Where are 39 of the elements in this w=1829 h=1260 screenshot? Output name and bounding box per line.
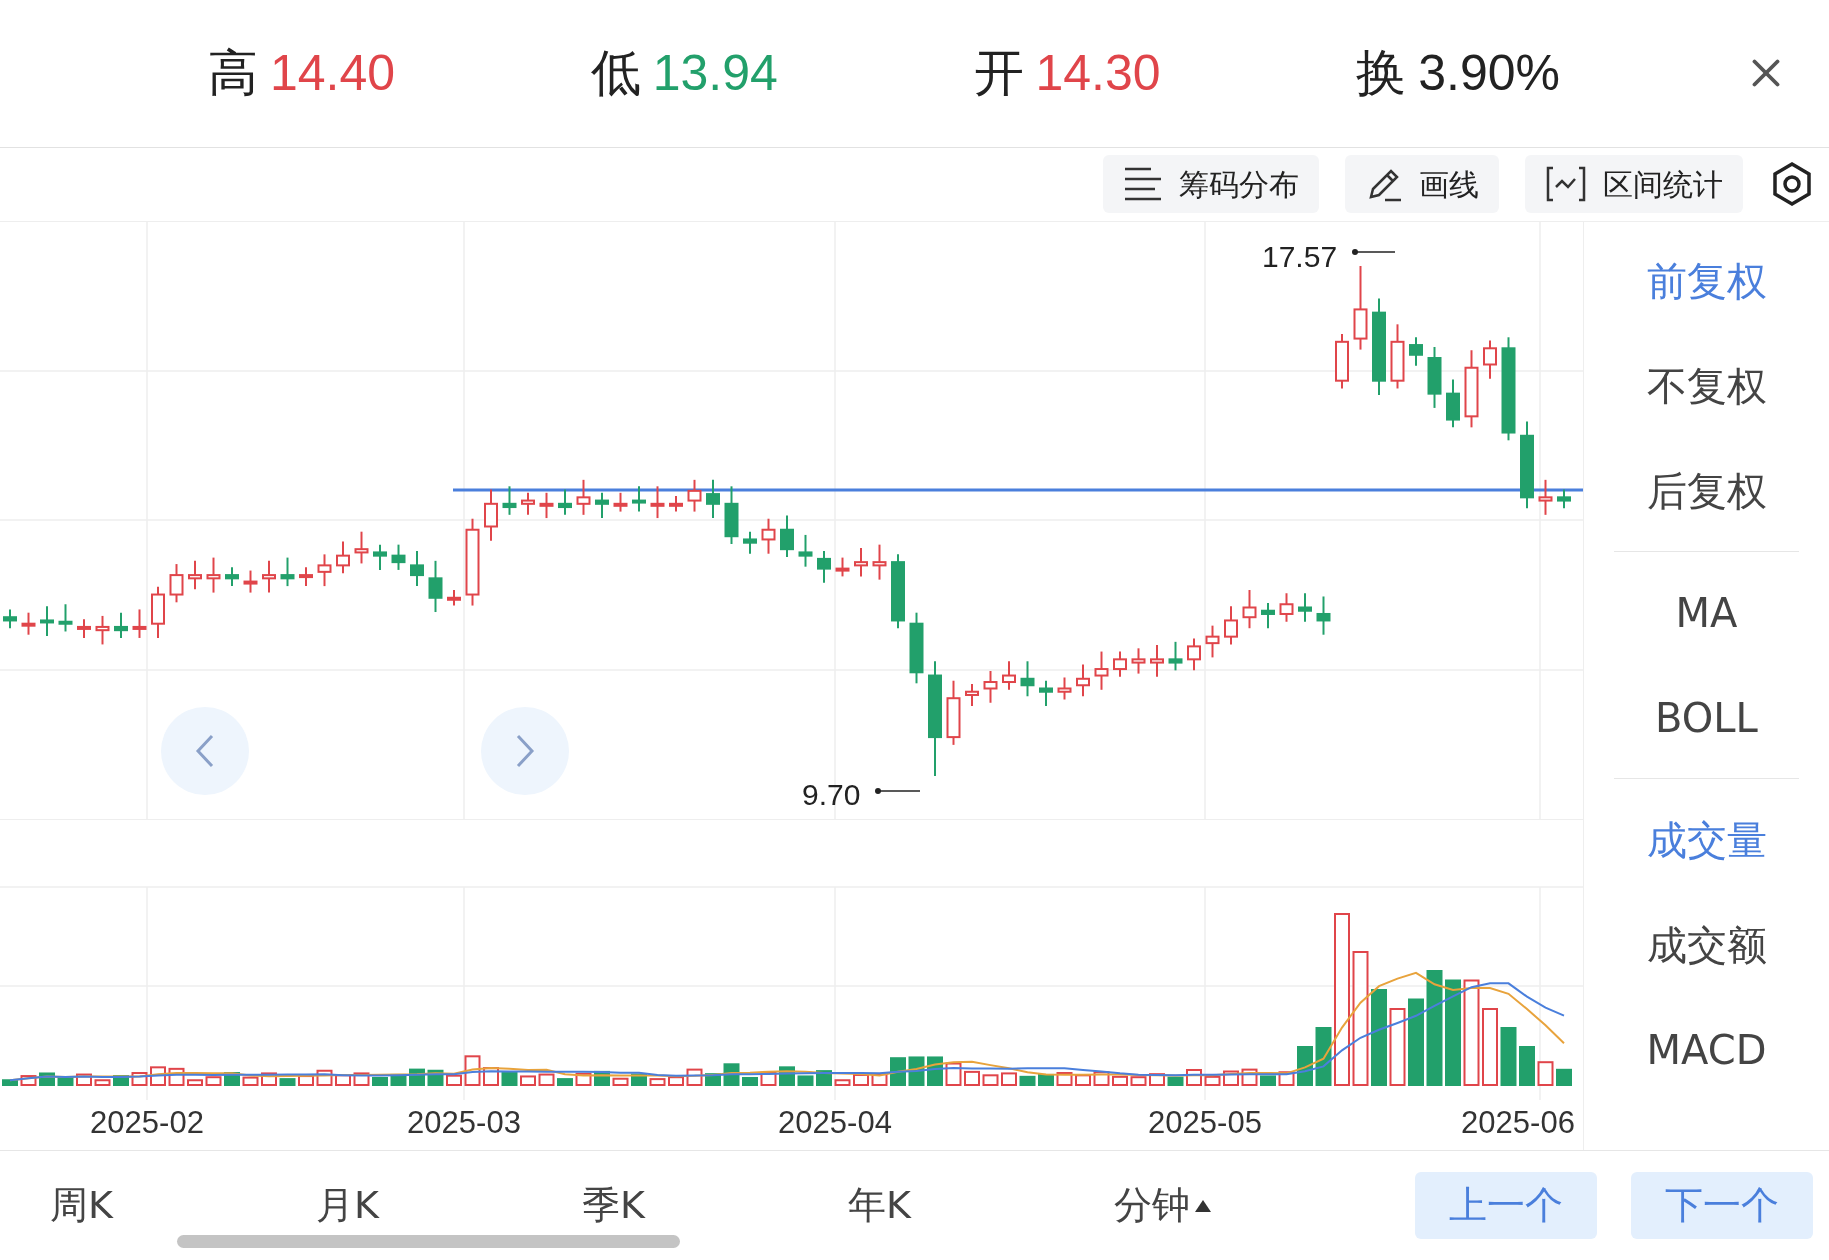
date-label: 2025-02 <box>90 1104 204 1143</box>
indicator-option[interactable]: 成交量 <box>1614 787 1799 893</box>
date-label: 2025-06 <box>1461 1104 1575 1143</box>
quote-label: 低 <box>590 42 641 104</box>
date-label: 2025-05 <box>1148 1104 1262 1143</box>
low-price-marker: 9.70 <box>802 777 861 814</box>
quote-label: 开 <box>973 42 1024 104</box>
quote-label: 换 <box>1356 42 1407 104</box>
period-tab[interactable]: 月K <box>316 1178 379 1233</box>
quote-value: 14.40 <box>270 43 396 103</box>
period-tab[interactable]: 年K <box>848 1178 911 1233</box>
quote-label: 高 <box>208 42 258 104</box>
indicator-option[interactable]: 前复权 <box>1614 228 1799 334</box>
quote-value: 14.30 <box>1035 43 1161 103</box>
bracket-chart-icon <box>1545 165 1587 204</box>
toolbar-button[interactable]: 筹码分布 <box>1103 155 1319 214</box>
lines-icon <box>1123 166 1163 203</box>
period-tab[interactable]: 季K <box>582 1178 645 1233</box>
toolbar-button[interactable]: 画线 <box>1345 155 1499 214</box>
indicator-option[interactable]: 后复权 <box>1614 438 1799 544</box>
indicator-option[interactable]: MACD <box>1614 997 1799 1103</box>
toolbar-button[interactable]: 区间统计 <box>1525 155 1743 214</box>
caret-up-icon <box>1194 1198 1212 1213</box>
period-tab[interactable]: 周K <box>50 1178 113 1233</box>
quote-value: 13.94 <box>652 43 778 103</box>
date-label: 2025-03 <box>407 1104 521 1143</box>
high-price-marker: 17.57 <box>1262 239 1338 276</box>
date-label: 2025-04 <box>778 1104 892 1143</box>
scrollbar[interactable] <box>177 1235 680 1248</box>
leader-line <box>875 788 921 795</box>
indicator-option[interactable]: 成交额 <box>1614 892 1799 998</box>
chevron-left-icon <box>194 733 216 770</box>
chevron-right-icon <box>514 733 536 770</box>
indicator-option[interactable]: MA <box>1614 560 1799 666</box>
indicator-option[interactable]: BOLL <box>1614 665 1799 771</box>
quote-value: 3.90% <box>1418 43 1561 103</box>
indicator-option[interactable]: 不复权 <box>1614 333 1799 439</box>
leader-line <box>1352 249 1396 256</box>
period-tab[interactable]: 分钟 <box>1114 1178 1212 1233</box>
